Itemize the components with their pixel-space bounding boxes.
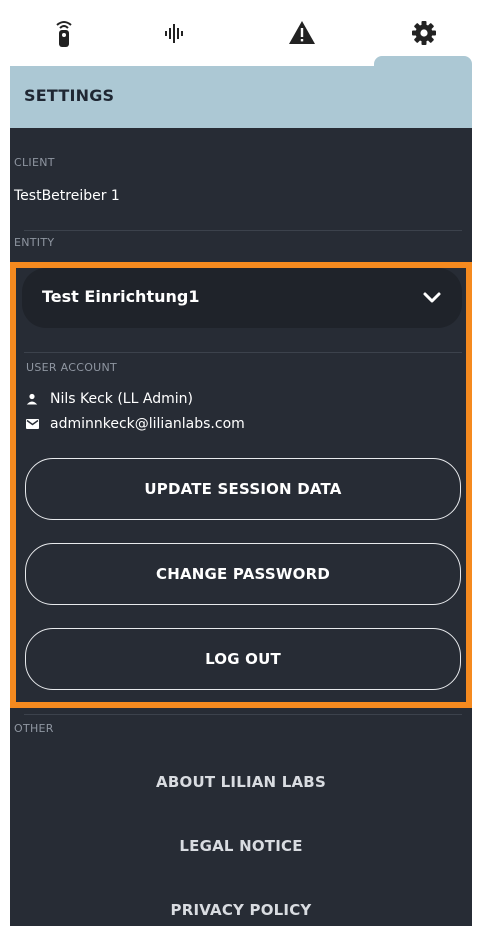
settings-header: SETTINGS — [10, 66, 472, 128]
user-email-row: adminnkeck@lilianlabs.com — [26, 416, 245, 432]
settings-panel — [10, 128, 472, 926]
entity-label: ENTITY — [14, 236, 55, 249]
about-lilian-labs-link[interactable]: ABOUT LILIAN LABS — [10, 773, 472, 791]
tab-signal[interactable] — [132, 0, 216, 66]
change-password-button[interactable]: CHANGE PASSWORD — [25, 543, 461, 605]
log-out-button[interactable]: LOG OUT — [25, 628, 461, 690]
privacy-policy-link[interactable]: PRIVACY POLICY — [10, 901, 472, 919]
update-session-data-button[interactable]: UPDATE SESSION DATA — [25, 458, 461, 520]
person-icon — [26, 393, 44, 405]
divider — [24, 230, 462, 231]
user-account-label: USER ACCOUNT — [26, 361, 118, 374]
entity-selected-value: Test Einrichtung1 — [42, 287, 200, 306]
other-label: OTHER — [14, 722, 54, 735]
user-name-row: Nils Keck (LL Admin) — [26, 391, 193, 407]
gear-icon — [412, 21, 436, 45]
divider — [24, 352, 462, 353]
client-value: TestBetreiber 1 — [14, 188, 120, 204]
user-name: Nils Keck (LL Admin) — [50, 391, 193, 407]
divider — [24, 714, 462, 715]
remote-icon — [56, 21, 72, 47]
legal-notice-link[interactable]: LEGAL NOTICE — [10, 837, 472, 855]
tab-bar — [0, 0, 482, 68]
warning-icon — [289, 21, 315, 44]
waveform-icon — [165, 24, 183, 43]
tab-remote[interactable] — [22, 0, 106, 66]
chevron-down-icon — [422, 288, 442, 312]
mail-icon — [26, 419, 44, 429]
entity-dropdown[interactable]: Test Einrichtung1 — [22, 268, 462, 328]
page-title: SETTINGS — [24, 86, 115, 105]
client-label: CLIENT — [14, 156, 55, 169]
tab-alerts[interactable] — [260, 0, 344, 66]
user-email: adminnkeck@lilianlabs.com — [50, 416, 245, 432]
